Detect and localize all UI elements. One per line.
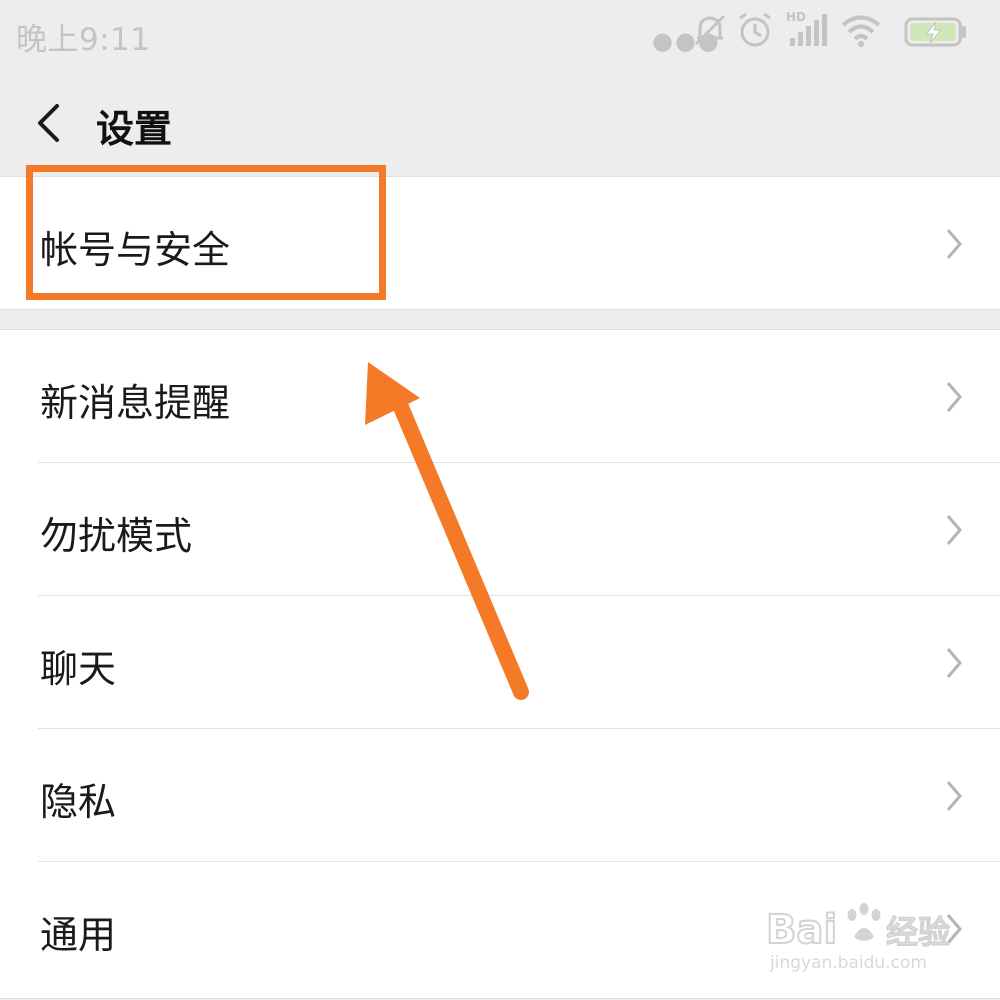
settings-item-chat[interactable]: 聊天 <box>0 596 1000 729</box>
chevron-left-icon[interactable] <box>30 98 70 148</box>
battery-charging-icon <box>904 16 968 52</box>
chevron-right-icon <box>944 779 964 813</box>
settings-item-label: 聊天 <box>40 647 117 691</box>
settings-item-privacy[interactable]: 隐私 <box>0 729 1000 862</box>
hd-label: HD <box>786 10 807 24</box>
svg-text:Bai: Bai <box>766 907 837 953</box>
chevron-right-icon <box>944 380 964 414</box>
status-time: 晚上9:11 <box>16 22 151 58</box>
settings-item-label: 勿扰模式 <box>40 514 193 558</box>
svg-text:经验: 经验 <box>886 913 950 951</box>
wifi-icon <box>840 10 882 54</box>
watermark-url: jingyan.baidu.com <box>770 953 927 973</box>
settings-item-label: 隐私 <box>40 780 117 824</box>
page-title: 设置 <box>96 107 173 151</box>
settings-item-do-not-disturb[interactable]: 勿扰模式 <box>0 463 1000 596</box>
highlight-box <box>26 165 386 300</box>
chevron-right-icon <box>944 646 964 680</box>
chevron-right-icon <box>944 227 964 261</box>
alarm-icon <box>736 10 774 54</box>
settings-item-new-message-alerts[interactable]: 新消息提醒 <box>0 330 1000 463</box>
header: 设置 <box>0 68 1000 176</box>
settings-item-label: 通用 <box>40 913 117 957</box>
status-bar: 晚上9:11 ●●● HD <box>0 0 1000 68</box>
chevron-right-icon <box>944 513 964 547</box>
settings-item-label: 新消息提醒 <box>40 381 231 425</box>
silent-bell-icon <box>690 10 730 54</box>
